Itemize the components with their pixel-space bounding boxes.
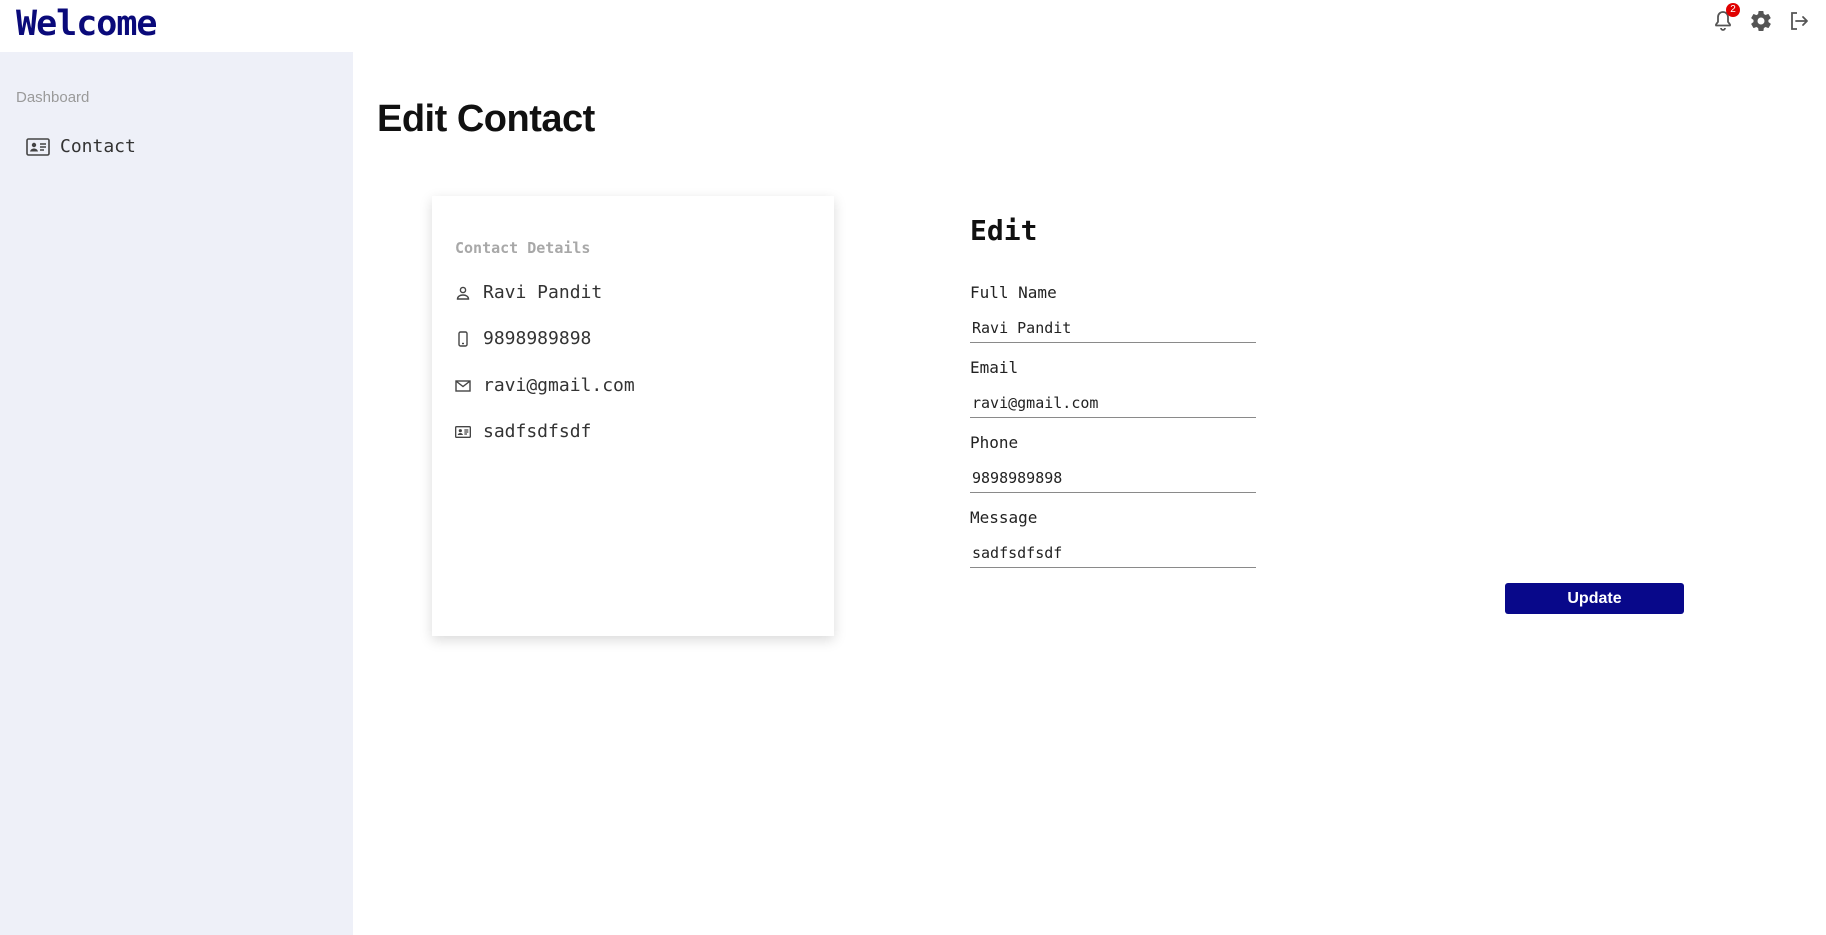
message-label: Message	[970, 508, 1038, 527]
phone-icon	[458, 330, 468, 347]
sidebar-item-contact[interactable]: Contact	[26, 136, 136, 157]
contact-card-icon	[26, 137, 50, 156]
notification-badge: 2	[1726, 3, 1740, 17]
page-title: Edit Contact	[377, 98, 595, 140]
mail-icon	[455, 379, 471, 392]
detail-name: Ravi Pandit	[483, 282, 603, 303]
header-actions: 2	[1710, 3, 1812, 34]
logout-icon	[1791, 12, 1808, 30]
gear-icon	[1751, 10, 1771, 32]
detail-message-row: sadfsdfsdf	[455, 421, 591, 442]
contact-details-card: Contact Details Ravi Pandit 9898989898 r…	[432, 196, 834, 636]
contact-card-icon	[455, 425, 471, 438]
detail-email: ravi@gmail.com	[483, 375, 635, 396]
detail-phone: 9898989898	[483, 328, 592, 349]
notifications-button[interactable]: 2	[1710, 3, 1740, 34]
email-field[interactable]	[970, 388, 1256, 418]
detail-name-row: Ravi Pandit	[455, 282, 602, 303]
card-heading: Contact Details	[455, 239, 591, 257]
email-label: Email	[970, 358, 1019, 377]
full-name-label: Full Name	[970, 283, 1057, 302]
logout-button[interactable]	[1786, 8, 1812, 34]
sidebar-item-label: Contact	[60, 136, 136, 157]
full-name-field[interactable]	[970, 313, 1256, 343]
brand-title: Welcome	[16, 4, 158, 44]
phone-field[interactable]	[970, 463, 1256, 493]
detail-message: sadfsdfsdf	[483, 421, 592, 442]
detail-email-row: ravi@gmail.com	[455, 375, 635, 396]
person-icon	[456, 286, 470, 300]
detail-phone-row: 9898989898	[455, 328, 591, 349]
sidebar: Dashboard Contact	[0, 52, 353, 935]
sidebar-heading: Dashboard	[16, 89, 90, 106]
message-field[interactable]	[970, 538, 1256, 568]
update-button[interactable]: Update	[1505, 583, 1684, 614]
settings-button[interactable]	[1748, 8, 1774, 34]
top-bar: Welcome 2	[0, 0, 1826, 52]
edit-form-title: Edit	[970, 214, 1038, 247]
phone-label: Phone	[970, 433, 1019, 452]
